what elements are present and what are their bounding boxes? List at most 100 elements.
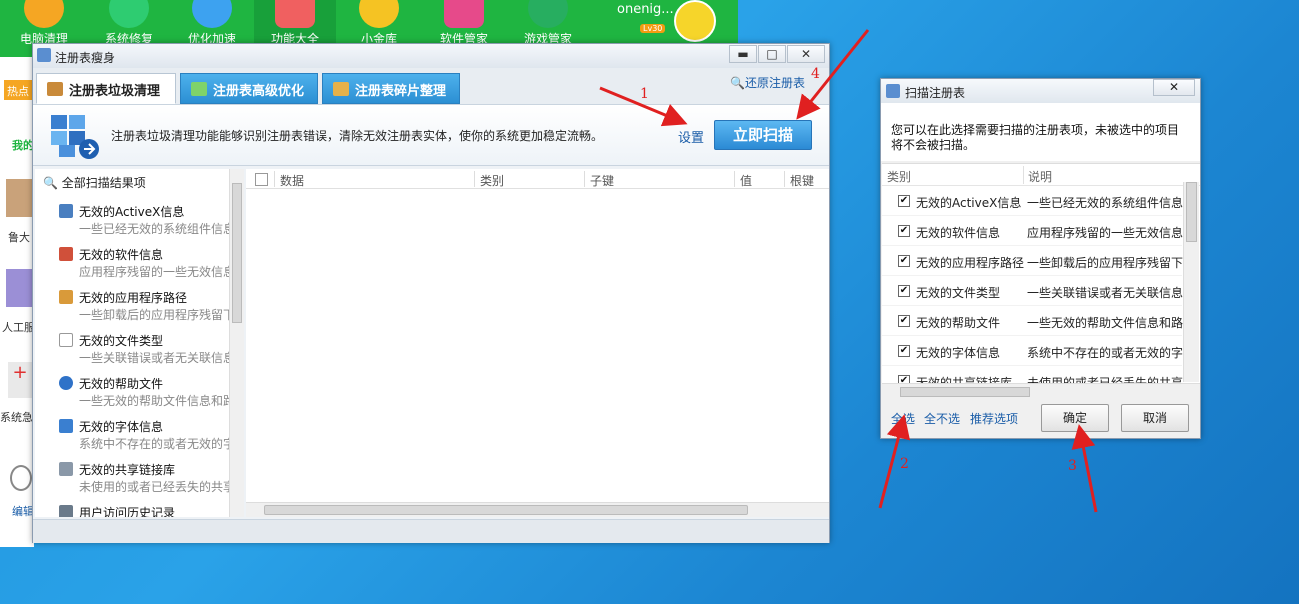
list-vertical-scrollbar[interactable]: [1183, 182, 1199, 382]
list-horizontal-scrollbar[interactable]: [882, 383, 1200, 399]
item-checkbox[interactable]: ✔: [898, 285, 910, 297]
minimize-button[interactable]: ▬: [729, 45, 757, 63]
list-item[interactable]: ✔ 无效的共享链接库 未使用的或者已经丢失的共享: [882, 366, 1183, 383]
tree-item-name: 无效的应用程序路径: [79, 291, 188, 305]
title-bar[interactable]: 注册表瘦身 ▬ □ ✕: [33, 44, 829, 68]
item-name: 无效的字体信息: [916, 346, 1001, 360]
broom-icon: [24, 0, 64, 28]
annotation-number: 4: [811, 66, 820, 82]
column-divider: [474, 171, 475, 187]
bg-side-label: 编辑: [12, 505, 34, 518]
blocks-icon: [333, 82, 349, 96]
bg-person-image: [6, 269, 32, 307]
ok-button[interactable]: 确定: [1041, 404, 1109, 432]
tab-bar: 注册表垃圾清理 注册表高级优化 注册表碎片整理: [33, 68, 829, 104]
tab-registry-defrag[interactable]: 注册表碎片整理: [322, 73, 460, 104]
result-grid[interactable]: 数据 类别 子键 值 根键: [246, 169, 829, 517]
grid-icon: [275, 0, 315, 28]
bg-level-badge: Lv30: [640, 24, 666, 33]
maximize-button[interactable]: □: [758, 45, 786, 63]
item-name: 无效的文件类型: [916, 286, 1001, 300]
bg-side-label: 鲁大: [8, 231, 30, 244]
box-icon: [59, 247, 73, 261]
tree-item-desc: 一些卸载后的应用程序残留下: [79, 308, 236, 322]
bg-side-label: 人工服: [2, 321, 35, 334]
col-value[interactable]: 值: [740, 172, 752, 189]
dialog-title: 扫描注册表: [905, 86, 966, 100]
registry-item-list[interactable]: 类别 说明 ✔ 无效的ActiveX信息 一些已经无效的系统组件信息 ✔ 无效的软件信…: [882, 163, 1200, 383]
list-item[interactable]: ✔ 无效的软件信息 应用程序残留的一些无效信息: [882, 216, 1183, 246]
restore-label: 还原注册表: [744, 76, 805, 90]
col-rootkey[interactable]: 根键: [790, 172, 814, 189]
list-item[interactable]: ✔ 无效的帮助文件 一些无效的帮助文件信息和路: [882, 306, 1183, 336]
item-checkbox[interactable]: ✔: [898, 315, 910, 327]
tab-registry-clean[interactable]: 注册表垃圾清理: [36, 73, 176, 104]
minus-circle-icon: [10, 465, 32, 491]
tab-label: 注册表垃圾清理: [69, 84, 161, 99]
list-item[interactable]: ✔ 无效的字体信息 系统中不存在的或者无效的字: [882, 336, 1183, 366]
tab-registry-advanced[interactable]: 注册表高级优化: [180, 73, 318, 104]
item-checkbox[interactable]: ✔: [898, 195, 910, 207]
item-checkbox[interactable]: ✔: [898, 345, 910, 357]
status-bar: [33, 519, 829, 543]
column-divider: [734, 171, 735, 187]
registry-slim-window: 注册表瘦身 ▬ □ ✕ 注册表垃圾清理 注册表高级优化 注册表碎片整理 🔍还原注…: [32, 43, 830, 543]
item-checkbox[interactable]: ✔: [898, 375, 910, 383]
item-desc: 未使用的或者已经丢失的共享: [1027, 376, 1183, 383]
item-desc: 一些关联错误或者无关联信息: [1027, 286, 1183, 300]
scrollbar-thumb[interactable]: [232, 183, 242, 323]
item-name: 无效的共享链接库: [916, 376, 1013, 383]
registry-cubes-icon: [51, 115, 99, 159]
tree-root-label: 全部扫描结果项: [61, 176, 146, 190]
item-name: 无效的ActiveX信息: [916, 196, 1022, 210]
select-all-link[interactable]: 全选: [891, 410, 915, 427]
grid-horizontal-scrollbar[interactable]: [246, 502, 829, 517]
scan-now-button[interactable]: 立即扫描: [714, 120, 812, 150]
column-divider: [1023, 166, 1024, 184]
column-divider: [784, 171, 785, 187]
item-checkbox[interactable]: ✔: [898, 255, 910, 267]
item-desc: 一些卸载后的应用程序残留下: [1027, 256, 1183, 270]
list-header: 类别 说明: [882, 164, 1200, 186]
scrollbar-thumb[interactable]: [1186, 182, 1197, 242]
recommended-link[interactable]: 推荐选项: [970, 410, 1018, 427]
col-type[interactable]: 类别: [887, 168, 911, 185]
rocket-icon: [192, 0, 232, 28]
item-checkbox[interactable]: ✔: [898, 225, 910, 237]
tree-item-name: 无效的字体信息: [79, 420, 164, 434]
col-type[interactable]: 类别: [480, 172, 504, 189]
column-divider: [584, 171, 585, 187]
item-desc: 一些已经无效的系统组件信息: [1027, 196, 1183, 210]
select-all-checkbox[interactable]: [255, 173, 268, 186]
help-icon: [59, 376, 73, 390]
annotation-number: 2: [900, 456, 909, 472]
col-data[interactable]: 数据: [280, 172, 304, 189]
close-button[interactable]: ✕: [787, 45, 825, 63]
item-desc: 一些无效的帮助文件信息和路: [1027, 316, 1183, 330]
cancel-button[interactable]: 取消: [1121, 404, 1189, 432]
list-item[interactable]: ✔ 无效的应用程序路径 一些卸载后的应用程序残留下: [882, 246, 1183, 276]
tree-item-name: 无效的软件信息: [79, 248, 164, 262]
scan-result-tree[interactable]: 🔍 全部扫描结果项 无效的ActiveX信息 一些已经无效的系统组件信息 无效的软…: [35, 169, 243, 517]
tree-root-all[interactable]: 🔍 全部扫描结果项: [43, 174, 146, 191]
tree-item-name: 无效的共享链接库: [79, 463, 176, 477]
scrollbar-thumb[interactable]: [264, 505, 748, 515]
avatar[interactable]: [674, 0, 716, 42]
item-name: 无效的帮助文件: [916, 316, 1001, 330]
dialog-title-bar[interactable]: 扫描注册表 ✕: [881, 79, 1200, 103]
select-none-link[interactable]: 全不选: [924, 410, 960, 427]
tree-scrollbar[interactable]: [229, 169, 244, 517]
list-item[interactable]: ✔ 无效的ActiveX信息 一些已经无效的系统组件信息: [882, 186, 1183, 216]
tree-item-name: 无效的ActiveX信息: [79, 205, 185, 219]
tree-item-desc: 一些无效的帮助文件信息和路: [79, 394, 236, 408]
settings-link[interactable]: 设置: [678, 127, 704, 146]
list-item[interactable]: ✔ 无效的文件类型 一些关联错误或者无关联信息: [882, 276, 1183, 306]
restore-registry-link[interactable]: 🔍还原注册表: [730, 74, 805, 91]
scrollbar-thumb[interactable]: [900, 387, 1030, 397]
col-subkey[interactable]: 子键: [590, 172, 614, 189]
background-app-body: 我的 鲁大 人工服 + 系统急 编辑: [0, 57, 35, 547]
dialog-close-button[interactable]: ✕: [1153, 79, 1195, 96]
bg-username[interactable]: onenig...: [617, 2, 674, 17]
col-desc[interactable]: 说明: [1028, 168, 1052, 185]
chart-icon: [191, 82, 207, 96]
